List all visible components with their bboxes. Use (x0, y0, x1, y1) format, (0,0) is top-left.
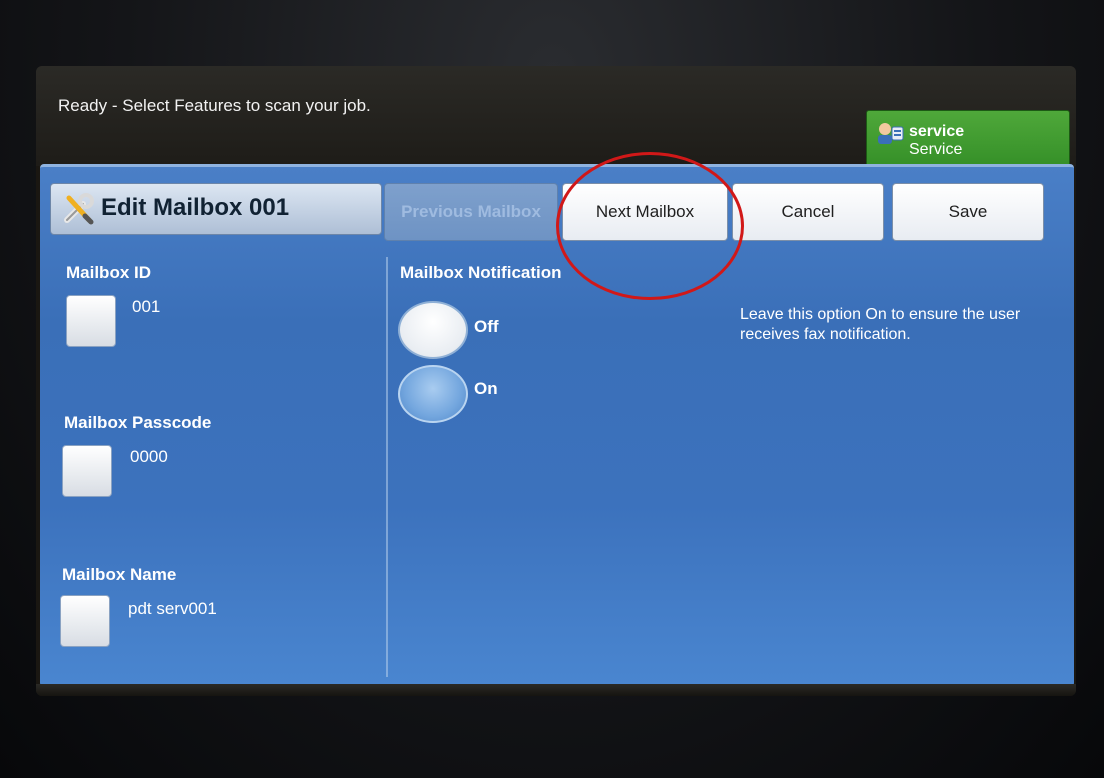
previous-mailbox-button[interactable]: Previous Mailbox (384, 183, 558, 241)
passcode-button[interactable] (62, 445, 112, 497)
mailbox-id-label: Mailbox ID (66, 263, 152, 282)
touch-screen: Ready - Select Features to scan your job… (36, 66, 1076, 696)
save-button[interactable]: Save (892, 183, 1044, 241)
cancel-button[interactable]: Cancel (732, 183, 884, 241)
next-mailbox-button[interactable]: Next Mailbox (562, 183, 728, 241)
notification-label: Mailbox Notification (400, 263, 562, 282)
mailbox-id-value: 001 (132, 297, 161, 316)
notification-on-label: On (474, 379, 498, 398)
column-divider (386, 257, 388, 677)
panel-title-bar: Edit Mailbox 001 (50, 183, 382, 235)
mailbox-name-value: pdt serv001 (128, 599, 217, 618)
passcode-label: Mailbox Passcode (64, 413, 212, 432)
user-service-icon (878, 123, 904, 144)
mailbox-name-button[interactable] (60, 595, 110, 647)
page-title: Edit Mailbox 001 (101, 194, 290, 221)
service-user-label: service (909, 123, 965, 140)
notification-hint: Leave this option On to ensure the user … (740, 306, 1021, 343)
screen-bottom-strip (36, 684, 1076, 696)
notification-on-radio[interactable] (398, 365, 468, 423)
notification-off-label: Off (474, 317, 499, 336)
edit-mailbox-panel: Edit Mailbox 001 Previous Mailbox Next M… (40, 164, 1074, 687)
status-message: Ready - Select Features to scan your job… (58, 96, 371, 115)
service-mode-label: Service (909, 141, 963, 158)
mailbox-id-button[interactable] (66, 295, 116, 347)
notification-off-radio[interactable] (398, 301, 468, 359)
mailbox-name-label: Mailbox Name (62, 565, 177, 584)
tools-icon (64, 193, 94, 225)
passcode-value: 0000 (130, 447, 168, 466)
